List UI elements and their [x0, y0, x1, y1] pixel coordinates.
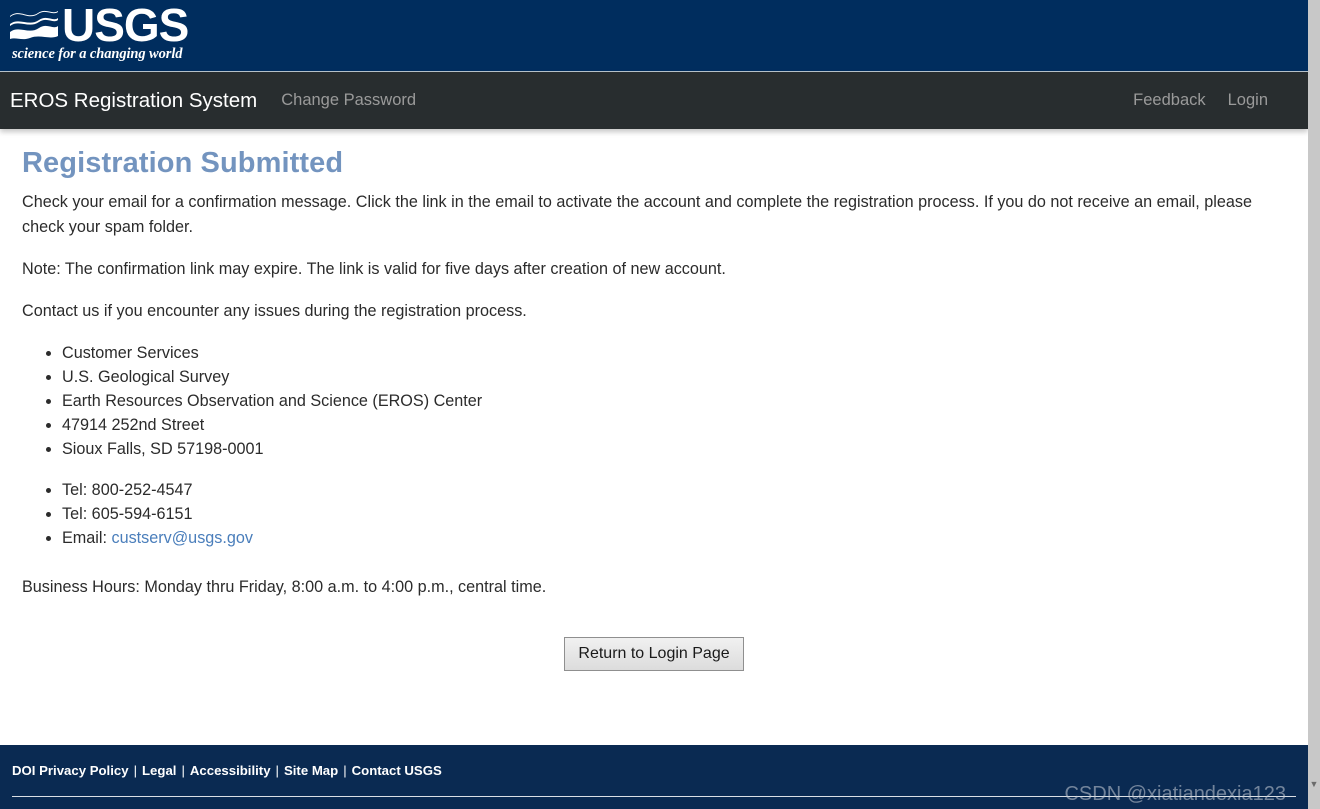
main-content: Registration Submitted Check your email …	[0, 129, 1308, 744]
footer-separator: |	[343, 763, 347, 778]
nav-link-change-password[interactable]: Change Password	[281, 91, 416, 110]
footer-separator: |	[275, 763, 279, 778]
browser-viewport: USGS science for a changing world EROS R…	[0, 0, 1308, 809]
list-item: 47914 252nd Street	[62, 413, 1286, 437]
list-item-email: Email: custserv@usgs.gov	[62, 526, 1286, 550]
footer-separator: |	[181, 763, 185, 778]
list-item: Sioux Falls, SD 57198-0001	[62, 437, 1286, 461]
usgs-logo[interactable]: USGS science for a changing world	[10, 0, 189, 66]
app-title: EROS Registration System	[10, 88, 258, 112]
usgs-wave-logo-icon	[10, 6, 58, 46]
business-hours: Business Hours: Monday thru Friday, 8:00…	[22, 578, 547, 596]
navbar-right-group: Feedback Login	[1133, 91, 1290, 110]
list-item: U.S. Geological Survey	[62, 365, 1286, 389]
expiration-note: Note: The confirmation link may expire. …	[22, 260, 726, 278]
list-item: Earth Resources Observation and Science …	[62, 389, 1286, 413]
vertical-scrollbar[interactable]: ▼	[1308, 0, 1320, 809]
nav-link-feedback[interactable]: Feedback	[1133, 91, 1205, 110]
nav-link-login[interactable]: Login	[1228, 91, 1268, 110]
footer-link-accessibility[interactable]: Accessibility	[190, 763, 271, 778]
confirmation-instructions: Check your email for a confirmation mess…	[22, 193, 1252, 236]
footer-link-doi-privacy-policy[interactable]: DOI Privacy Policy	[12, 763, 129, 778]
footer-link-contact-usgs[interactable]: Contact USGS	[352, 763, 442, 778]
address-list: Customer Services U.S. Geological Survey…	[22, 341, 1286, 461]
usgs-wordmark: USGS	[62, 0, 189, 51]
contact-methods-list: Tel: 800-252-4547 Tel: 605-594-6151 Emai…	[22, 478, 1286, 550]
return-to-login-button[interactable]: Return to Login Page	[564, 637, 744, 671]
button-row: Return to Login Page	[22, 637, 1286, 671]
usgs-banner: USGS science for a changing world	[0, 0, 1308, 72]
footer-links: DOI Privacy Policy | Legal | Accessibility | S…	[12, 763, 1308, 778]
email-link[interactable]: custserv@usgs.gov	[111, 529, 253, 547]
page-footer: DOI Privacy Policy | Legal | Accessibility | S…	[0, 745, 1308, 809]
list-item: Tel: 605-594-6151	[62, 502, 1286, 526]
app-navbar: EROS Registration System Change Password…	[0, 72, 1308, 129]
scroll-down-arrow-icon[interactable]: ▼	[1308, 778, 1320, 790]
usgs-tagline: science for a changing world	[12, 46, 183, 62]
footer-link-site-map[interactable]: Site Map	[284, 763, 338, 778]
contact-intro: Contact us if you encounter any issues d…	[22, 302, 527, 320]
page-root: USGS science for a changing world EROS R…	[0, 0, 1320, 809]
footer-link-legal[interactable]: Legal	[142, 763, 176, 778]
list-item: Tel: 800-252-4547	[62, 478, 1286, 502]
list-item: Customer Services	[62, 341, 1286, 365]
footer-separator: |	[133, 763, 137, 778]
email-label: Email:	[62, 529, 107, 547]
footer-divider	[12, 796, 1296, 797]
page-title: Registration Submitted	[22, 147, 344, 179]
